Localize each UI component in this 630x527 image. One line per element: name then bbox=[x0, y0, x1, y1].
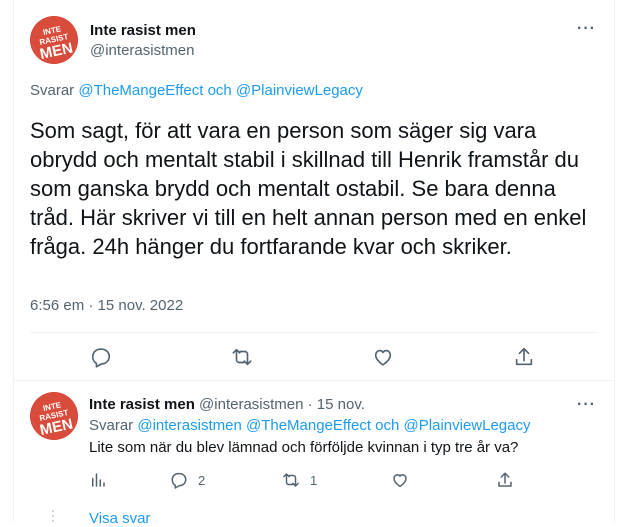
retweet-icon bbox=[283, 473, 299, 487]
thread-connector bbox=[52, 510, 54, 522]
like-icon bbox=[374, 349, 392, 366]
avatar[interactable]: INTE RASIST MEN bbox=[30, 16, 78, 64]
display-name[interactable]: Inte rasist men bbox=[90, 22, 196, 39]
user-handle[interactable]: @interasistmen bbox=[90, 42, 194, 59]
more-icon: ··· bbox=[577, 396, 596, 413]
divider bbox=[14, 380, 612, 381]
tweet-text: Som sagt, för att vara en person som säg… bbox=[30, 118, 587, 259]
user-handle-date[interactable]: @interasistmen · 15 nov. bbox=[199, 396, 365, 413]
mention-link[interactable]: @TheMangeEffect bbox=[246, 417, 371, 434]
retweet-count: 1 bbox=[310, 472, 318, 488]
reply-header: Inte rasist men @interasistmen · 15 nov. bbox=[89, 396, 365, 413]
share-button[interactable] bbox=[496, 471, 514, 489]
mention-and[interactable]: och bbox=[208, 82, 232, 99]
retweet-icon bbox=[232, 348, 252, 366]
replying-prefix: Svarar bbox=[89, 417, 134, 434]
more-options-button[interactable]: ··· bbox=[577, 396, 596, 414]
divider bbox=[30, 332, 597, 333]
like-button[interactable] bbox=[391, 471, 409, 489]
tweet-timestamp[interactable]: 6:56 em · 15 nov. 2022 bbox=[30, 297, 183, 314]
replying-to: Svarar @interasistmen @TheMangeEffect oc… bbox=[89, 417, 531, 434]
share-icon bbox=[515, 347, 533, 366]
more-options-button[interactable]: ··· bbox=[577, 20, 596, 38]
display-name[interactable]: Inte rasist men bbox=[89, 396, 195, 413]
like-button[interactable] bbox=[372, 346, 394, 368]
reply-count: 2 bbox=[198, 472, 206, 488]
analytics-button[interactable] bbox=[89, 471, 107, 489]
share-button[interactable] bbox=[513, 346, 535, 368]
analytics-icon bbox=[92, 473, 105, 487]
reply-icon bbox=[91, 348, 111, 368]
avatar-logo: INTE RASIST MEN bbox=[30, 392, 78, 440]
avatar-logo: INTE RASIST MEN bbox=[30, 16, 78, 64]
retweet-button[interactable] bbox=[231, 346, 253, 368]
mention-link[interactable]: @interasistmen bbox=[137, 417, 241, 434]
mention-link[interactable]: @PlainviewLegacy bbox=[404, 417, 531, 434]
retweet-button[interactable]: 1 bbox=[282, 471, 317, 489]
replying-to: Svarar @TheMangeEffect och @PlainviewLeg… bbox=[30, 82, 363, 99]
replying-prefix: Svarar bbox=[30, 82, 75, 99]
reply-button[interactable] bbox=[90, 346, 112, 368]
show-replies-link[interactable]: Visa svar bbox=[89, 510, 150, 527]
reply-button[interactable]: 2 bbox=[170, 471, 205, 489]
like-icon bbox=[393, 474, 407, 488]
tweet-text: Lite som när du blev lämnad och förföljd… bbox=[89, 439, 519, 456]
more-icon: ··· bbox=[577, 20, 596, 37]
reply-icon bbox=[171, 472, 187, 489]
mention-and[interactable]: och bbox=[375, 417, 399, 434]
mention-link[interactable]: @TheMangeEffect bbox=[78, 82, 203, 99]
avatar[interactable]: INTE RASIST MEN bbox=[30, 392, 78, 440]
share-icon bbox=[498, 472, 512, 487]
mention-link[interactable]: @PlainviewLegacy bbox=[236, 82, 363, 99]
